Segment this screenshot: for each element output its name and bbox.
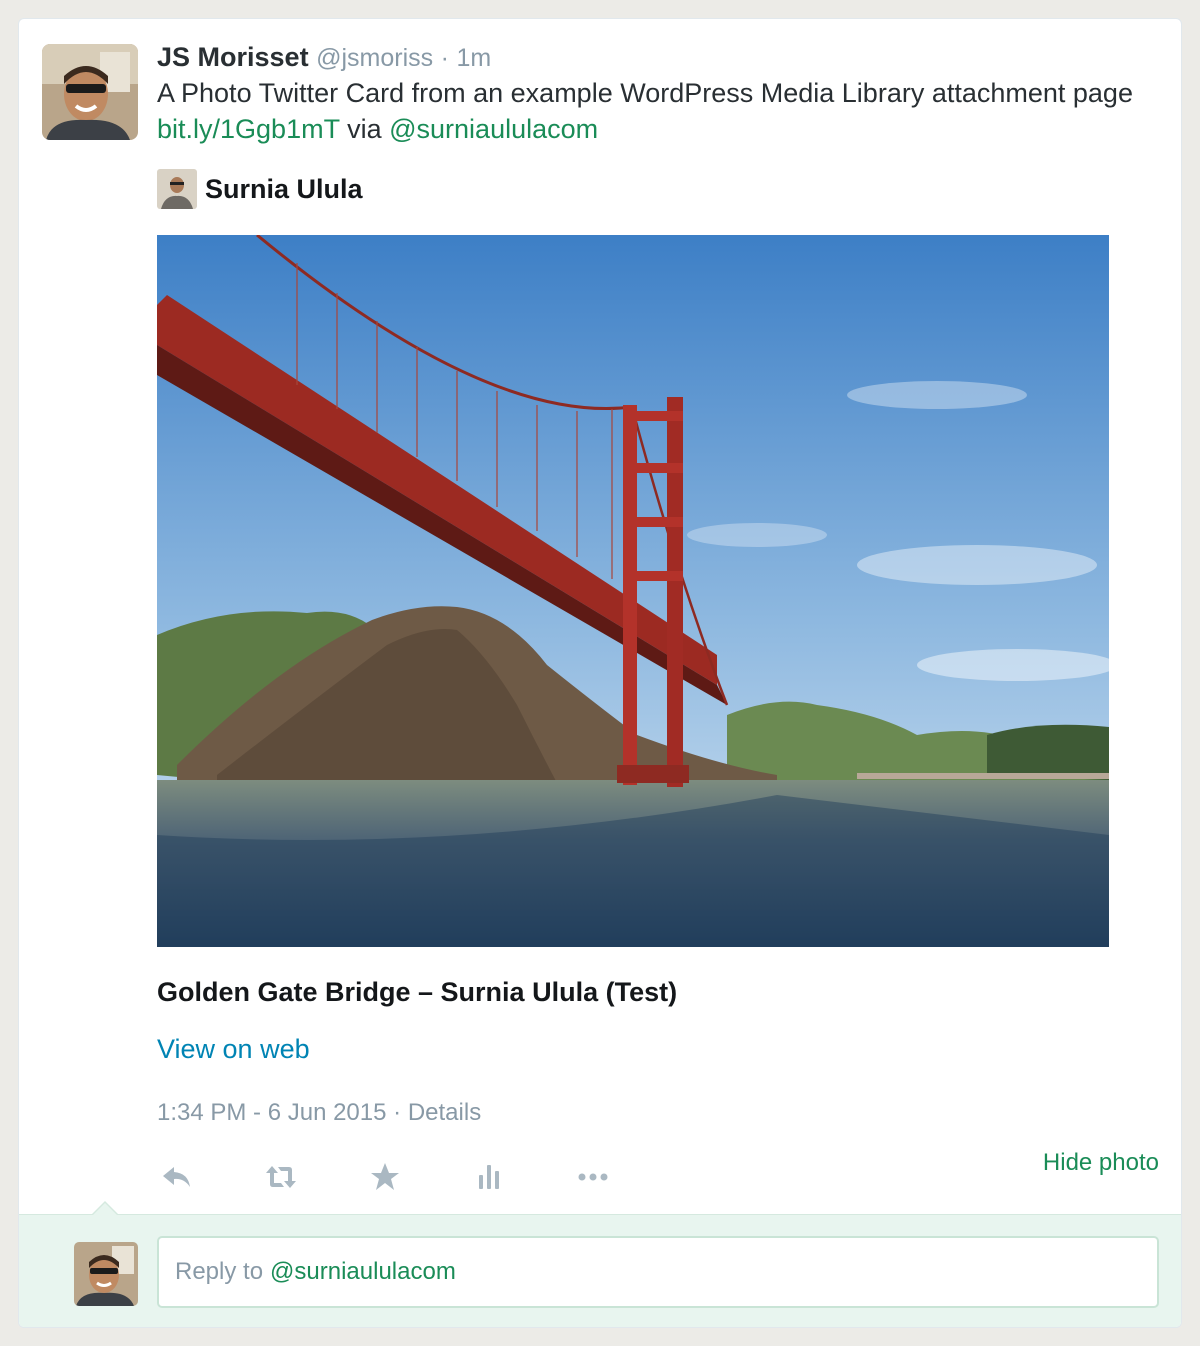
- tweet-time-ago[interactable]: 1m: [456, 44, 491, 72]
- more-button[interactable]: [573, 1157, 613, 1197]
- analytics-icon: [479, 1165, 499, 1189]
- author-handle[interactable]: @jsmoriss: [316, 44, 433, 72]
- tweet-actions: [157, 1157, 677, 1197]
- more-icon: [578, 1173, 608, 1181]
- reply-input[interactable]: Reply to @surniaululacom: [157, 1236, 1159, 1308]
- reply-user-avatar: [74, 1242, 138, 1306]
- reply-button[interactable]: [157, 1157, 197, 1197]
- tweet-link[interactable]: bit.ly/1Ggb1mT: [157, 114, 340, 144]
- favorite-icon: [371, 1163, 399, 1190]
- tweet-card: JS Morisset @jsmoriss · 1m A Photo Twitt…: [18, 18, 1182, 1328]
- card-photo-title[interactable]: Golden Gate Bridge – Surnia Ulula (Test): [157, 975, 677, 1009]
- view-on-web-link[interactable]: View on web: [157, 1032, 310, 1066]
- reply-mention: @surniaululacom: [270, 1258, 456, 1285]
- meta-separator: ·: [393, 1099, 402, 1126]
- tweet-header: JS Morisset @jsmoriss · 1m: [157, 39, 491, 76]
- details-link[interactable]: Details: [408, 1099, 481, 1126]
- author-avatar[interactable]: [42, 44, 138, 140]
- card-site-row: Surnia Ulula: [157, 169, 363, 209]
- card-site-avatar-image: [157, 169, 197, 209]
- favorite-button[interactable]: [365, 1157, 405, 1197]
- retweet-icon: [266, 1166, 296, 1188]
- hide-photo-link[interactable]: Hide photo: [1043, 1147, 1159, 1179]
- reply-user-avatar-image: [74, 1242, 138, 1306]
- tweet-text: A Photo Twitter Card from an example Wor…: [157, 75, 1147, 147]
- tweet-mention[interactable]: @surniaululacom: [389, 114, 598, 144]
- card-site-name[interactable]: Surnia Ulula: [205, 174, 363, 205]
- retweet-button[interactable]: [261, 1157, 301, 1197]
- reply-prefix: Reply to: [175, 1258, 264, 1285]
- tweet-timestamp[interactable]: 1:34 PM - 6 Jun 2015: [157, 1099, 386, 1126]
- author-avatar-image: [42, 44, 138, 140]
- golden-gate-photo: [157, 235, 1109, 947]
- tweet-text-via: via: [339, 114, 390, 144]
- reply-caret-inner: [92, 1203, 118, 1216]
- header-separator: ·: [440, 44, 449, 72]
- analytics-button[interactable]: [469, 1157, 509, 1197]
- card-site-avatar[interactable]: [157, 169, 197, 209]
- tweet-meta: 1:34 PM - 6 Jun 2015 · Details: [157, 1097, 481, 1129]
- card-photo[interactable]: [157, 235, 1109, 947]
- tweet-text-body: A Photo Twitter Card from an example Wor…: [157, 78, 1133, 108]
- reply-icon: [163, 1167, 190, 1187]
- author-name[interactable]: JS Morisset: [157, 42, 309, 72]
